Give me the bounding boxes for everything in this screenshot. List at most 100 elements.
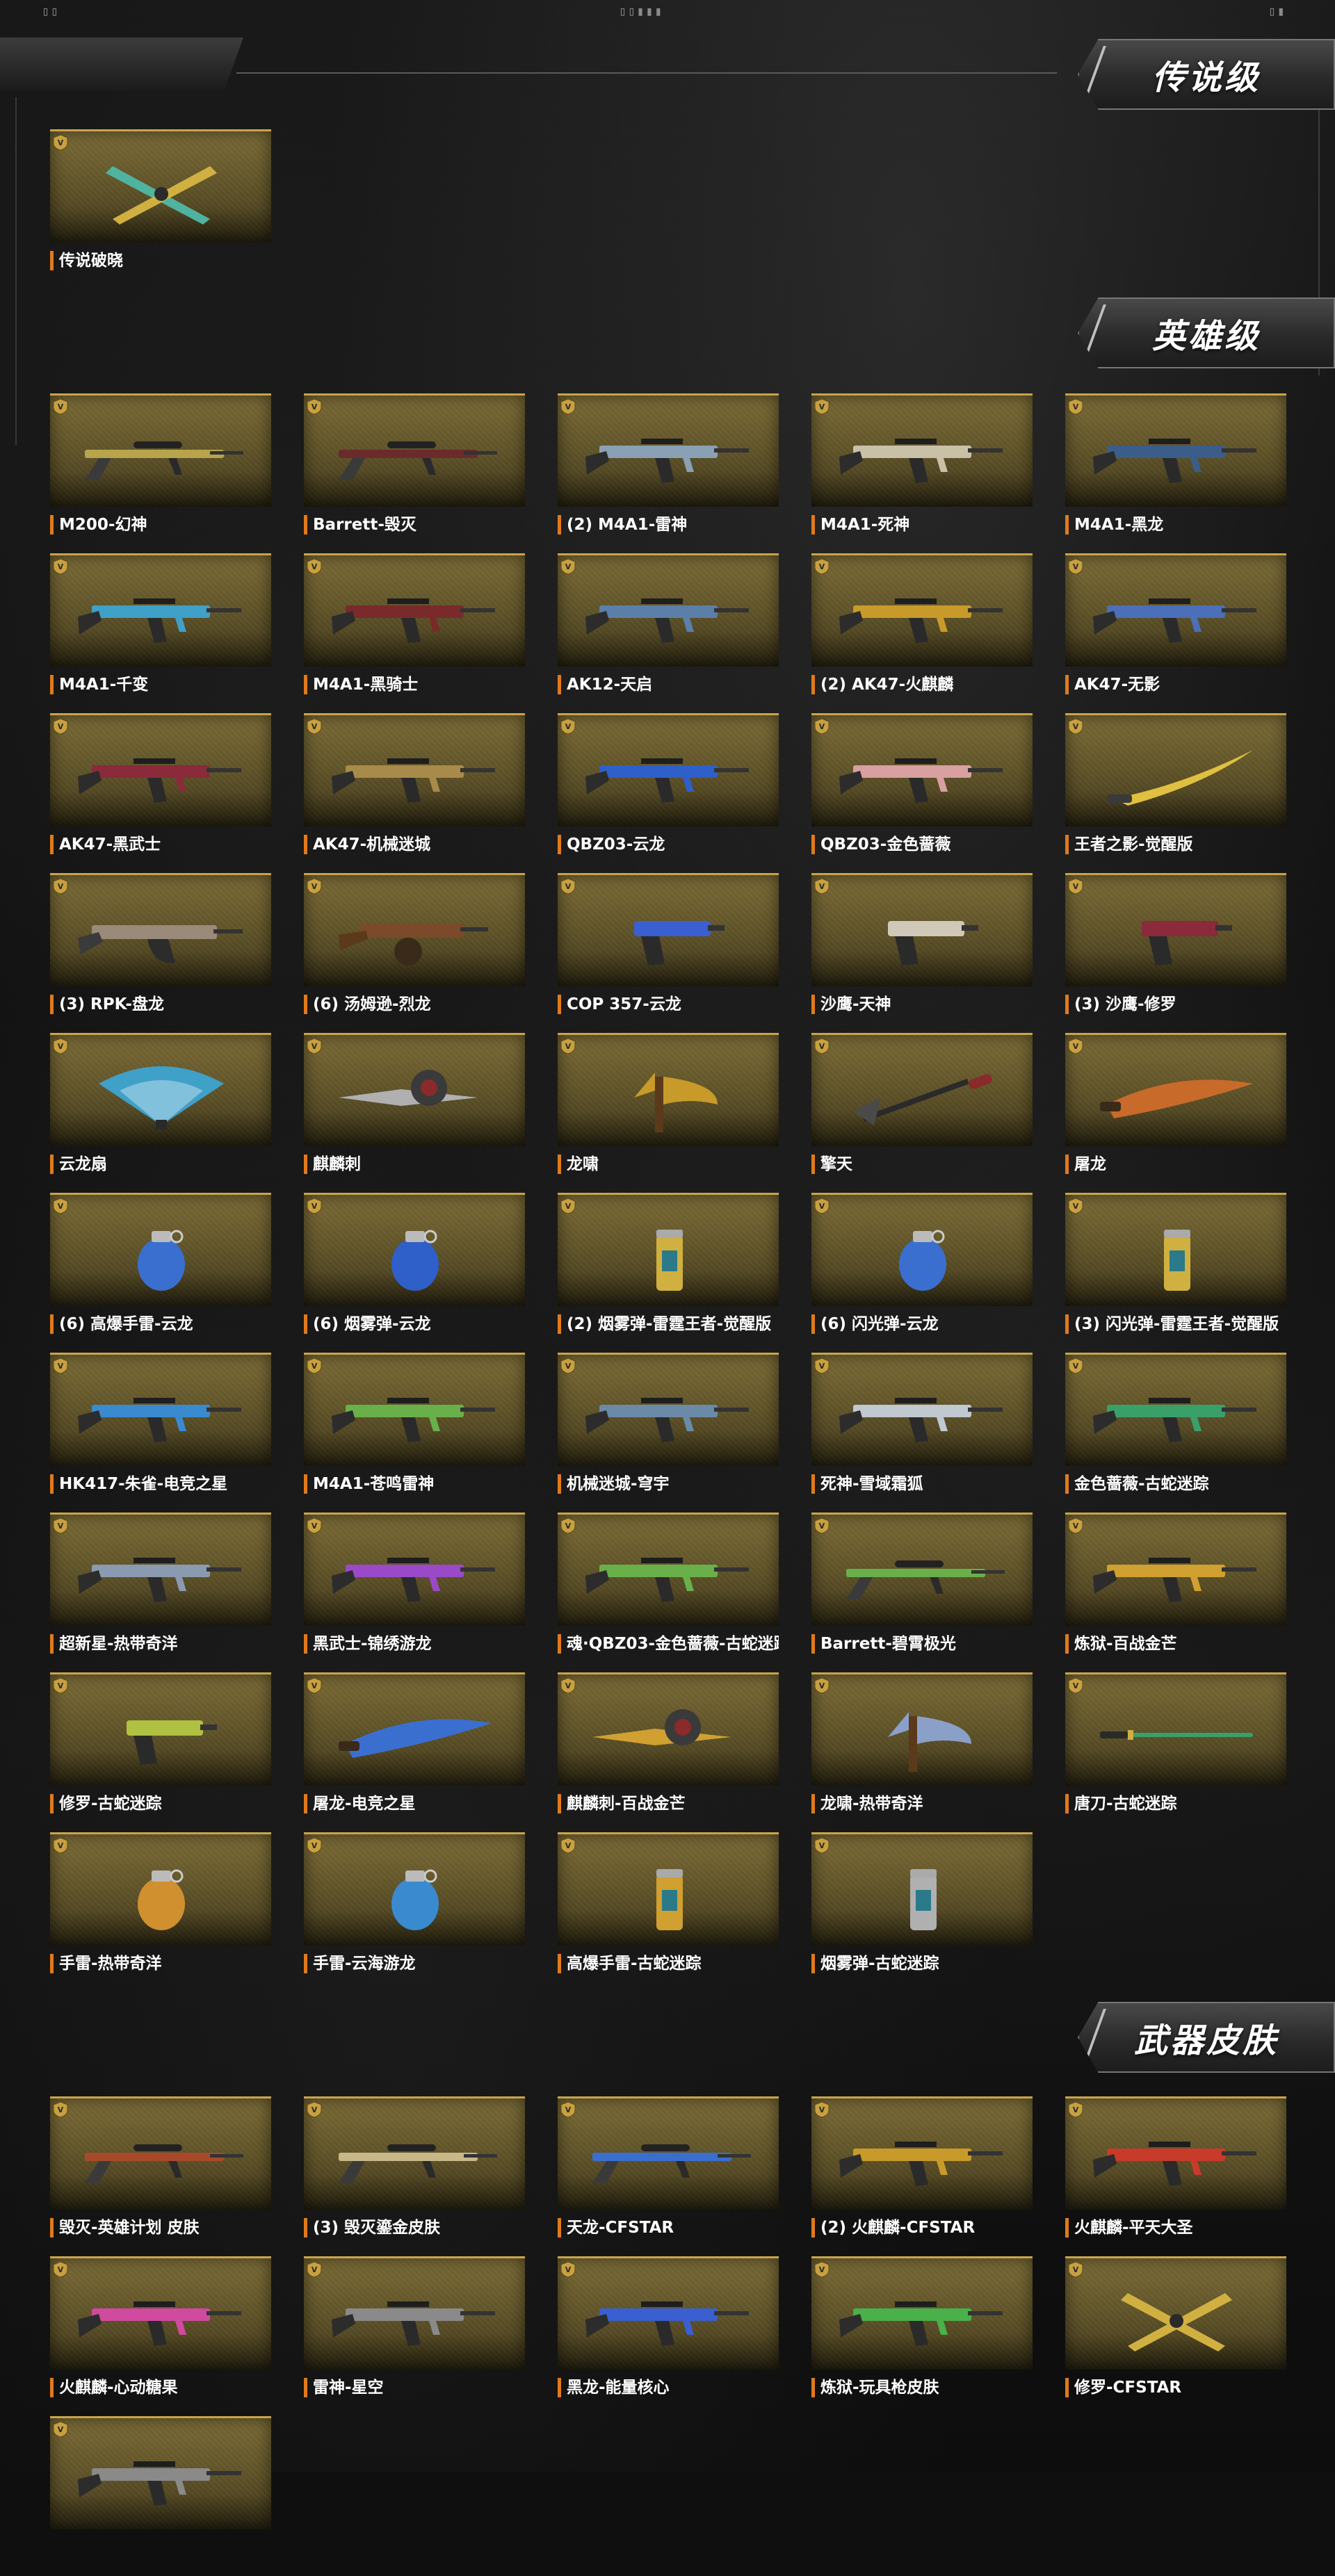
weapon-card[interactable]: V 龙啸 bbox=[558, 1033, 779, 1193]
weapon-card[interactable]: V M4A1-千变 bbox=[50, 553, 271, 713]
weapon-card[interactable]: V Barrett-碧霄极光 bbox=[811, 1513, 1033, 1672]
weapon-card[interactable]: V 死神-雪域霜狐 bbox=[811, 1353, 1033, 1513]
svg-text:V: V bbox=[819, 1042, 825, 1051]
weapon-card[interactable]: V 屠龙-电竞之星 bbox=[304, 1672, 525, 1832]
weapon-card[interactable]: V M4A1-死神 bbox=[811, 393, 1033, 553]
rarity-badge-icon: V bbox=[307, 398, 322, 415]
weapon-card[interactable]: V 唐刀-古蛇迷踪 bbox=[1065, 1672, 1286, 1832]
weapon-card[interactable]: V (6) 闪光弹-云龙 bbox=[811, 1193, 1033, 1353]
weapon-card[interactable]: V (2) 烟雾弹-雷霆王者-觉醒版 bbox=[558, 1193, 779, 1353]
weapon-card[interactable]: V M4A1-黑龙 bbox=[1065, 393, 1286, 553]
weapon-card[interactable]: V M200-幻神 bbox=[50, 393, 271, 553]
weapon-card[interactable]: V (6) 烟雾弹-云龙 bbox=[304, 1193, 525, 1353]
weapon-card[interactable]: V 金色蔷薇-古蛇迷踪 bbox=[1065, 1353, 1286, 1513]
svg-text:V: V bbox=[58, 882, 64, 891]
rarity-badge-icon: V bbox=[814, 1198, 830, 1214]
weapon-card[interactable]: V 麒麟刺 bbox=[304, 1033, 525, 1193]
weapon-card[interactable]: V (2) AK47-火麒麟 bbox=[811, 553, 1033, 713]
weapon-thumbnail: V bbox=[50, 553, 271, 667]
rarity-badge-icon: V bbox=[814, 1837, 830, 1854]
weapon-card[interactable]: V 火麒麟-平天大圣 bbox=[1065, 2096, 1286, 2256]
weapon-card[interactable]: V (2) 火麒麟-CFSTAR bbox=[811, 2096, 1033, 2256]
weapon-label: 麒麟刺 bbox=[304, 1155, 525, 1174]
svg-text:V: V bbox=[819, 1202, 825, 1211]
svg-text:V: V bbox=[1073, 2105, 1079, 2114]
svg-text:V: V bbox=[819, 882, 825, 891]
rarity-badge-icon: V bbox=[307, 878, 322, 895]
weapon-card[interactable]: V 传说破晓 bbox=[50, 129, 271, 289]
assault-rifle-icon bbox=[1093, 1398, 1256, 1442]
weapon-card[interactable]: V M4A1-黑骑士 bbox=[304, 553, 525, 713]
weapon-card[interactable]: V 手雷-热带奇洋 bbox=[50, 1832, 271, 1992]
weapon-card[interactable]: V AK12-天启 bbox=[558, 553, 779, 713]
weapon-card[interactable]: V (3) RPK-盘龙 bbox=[50, 873, 271, 1033]
svg-text:V: V bbox=[58, 1202, 64, 1211]
weapon-card[interactable]: V 黑武士-锦绣游龙 bbox=[304, 1513, 525, 1672]
sniper-rifle-icon bbox=[85, 441, 243, 480]
weapon-card[interactable]: V (3) 闪光弹-雷霆王者-觉醒版 bbox=[1065, 1193, 1286, 1353]
weapon-card[interactable]: V (2) M4A1-雷神 bbox=[558, 393, 779, 553]
weapon-card[interactable]: V 魂·QBZ03-金色蔷薇-古蛇迷踪 bbox=[558, 1513, 779, 1672]
weapon-label: (2) M4A1-雷神 bbox=[558, 515, 779, 535]
weapon-card[interactable]: V QBZ03-金色蔷薇 bbox=[811, 713, 1033, 873]
rarity-badge-icon: V bbox=[53, 558, 68, 575]
weapon-card[interactable]: V COP 357-云龙 bbox=[558, 873, 779, 1033]
weapon-label: (6) 烟雾弹-云龙 bbox=[304, 1314, 525, 1334]
rarity-badge-icon: V bbox=[560, 1517, 576, 1534]
rarity-badge-icon: V bbox=[307, 558, 322, 575]
svg-text:V: V bbox=[312, 1681, 318, 1690]
svg-text:V: V bbox=[1073, 1362, 1079, 1371]
assault-rifle-icon bbox=[332, 1398, 495, 1442]
weapon-card[interactable]: V Barrett-毁灭 bbox=[304, 393, 525, 553]
weapon-card[interactable]: V 雷神-星空 bbox=[304, 2256, 525, 2416]
weapon-card[interactable]: V (6) 汤姆逊-烈龙 bbox=[304, 873, 525, 1033]
weapon-card[interactable]: V 黑龙-能量核心 bbox=[558, 2256, 779, 2416]
weapon-card[interactable]: V AK47-黑武士 bbox=[50, 713, 271, 873]
weapon-card[interactable]: V 擎天 bbox=[811, 1033, 1033, 1193]
weapon-card[interactable]: V 烟雾弹-古蛇迷踪 bbox=[811, 1832, 1033, 1992]
weapon-card[interactable]: V 高爆手雷-古蛇迷踪 bbox=[558, 1832, 779, 1992]
weapon-card[interactable]: V 沙鹰-天神 bbox=[811, 873, 1033, 1033]
weapon-thumbnail: V bbox=[1065, 1353, 1286, 1466]
dual-blades-icon bbox=[106, 166, 217, 225]
weapon-card[interactable]: V 修罗-古蛇迷踪 bbox=[50, 1672, 271, 1832]
axe-icon bbox=[634, 1073, 718, 1132]
rarity-badge-icon: V bbox=[1068, 878, 1083, 895]
weapon-label: 王者之影-觉醒版 bbox=[1065, 835, 1286, 854]
weapon-card[interactable]: V 超新星-热带奇洋 bbox=[50, 1513, 271, 1672]
skins-grid: V 毁灭-英雄计划 皮肤 V (3) 毁灭鎏金皮肤 V 天龙-CFSTAR V (2) 火麒麟… bbox=[50, 2096, 1286, 2576]
rarity-badge-icon: V bbox=[814, 2261, 830, 2278]
weapon-card[interactable]: V AK47-无影 bbox=[1065, 553, 1286, 713]
weapon-card[interactable]: V 修罗-CFSTAR bbox=[1065, 2256, 1286, 2416]
weapon-card[interactable]: V AK47-机械迷城 bbox=[304, 713, 525, 873]
weapon-card[interactable]: V 天龙-CFSTAR bbox=[558, 2096, 779, 2256]
weapon-card[interactable]: V (3) 沙鹰-修罗 bbox=[1065, 873, 1286, 1033]
rarity-badge-icon: V bbox=[560, 1038, 576, 1054]
weapon-card[interactable]: V (6) 高爆手雷-云龙 bbox=[50, 1193, 271, 1353]
svg-text:V: V bbox=[565, 1681, 572, 1690]
weapon-card[interactable]: V 火麒麟-心动糖果 bbox=[50, 2256, 271, 2416]
weapon-card[interactable]: V M4A1-苍鸣雷神 bbox=[304, 1353, 525, 1513]
assault-rifle-icon bbox=[78, 1398, 241, 1442]
weapon-card[interactable]: V QBZ03-云龙 bbox=[558, 713, 779, 873]
rarity-badge-icon: V bbox=[53, 2101, 68, 2118]
weapon-card[interactable]: V 龙啸-热带奇洋 bbox=[811, 1672, 1033, 1832]
weapon-card[interactable]: V 炼狱-百战金芒 bbox=[1065, 1513, 1286, 1672]
weapon-card[interactable]: V (3) 毁灭鎏金皮肤 bbox=[304, 2096, 525, 2256]
weapon-card[interactable]: V 云龙扇 bbox=[50, 1033, 271, 1193]
weapon-thumbnail: V bbox=[811, 553, 1033, 667]
weapon-card[interactable]: V 毁灭-英雄计划 皮肤 bbox=[50, 2096, 271, 2256]
weapon-label: M4A1-黑骑士 bbox=[304, 675, 525, 694]
weapon-card[interactable]: V 机械迷城-穹宇 bbox=[558, 1353, 779, 1513]
weapon-card[interactable]: V 王者之影-觉醒版 bbox=[1065, 713, 1286, 873]
weapon-card[interactable]: V 手雷-云海游龙 bbox=[304, 1832, 525, 1992]
weapon-card[interactable]: V 麒麟刺-百战金芒 bbox=[558, 1672, 779, 1832]
weapon-label: (6) 闪光弹-云龙 bbox=[811, 1314, 1033, 1334]
section-title-skins: 武器皮肤 bbox=[1133, 2021, 1279, 2060]
weapon-card[interactable]: V HK417-朱雀-电竞之星 bbox=[50, 1353, 271, 1513]
weapon-card[interactable]: V 炼狱-玩具枪皮肤 bbox=[811, 2256, 1033, 2416]
weapon-card[interactable]: V bbox=[50, 2416, 271, 2576]
weapon-label: (3) 毁灭鎏金皮肤 bbox=[304, 2218, 525, 2237]
weapon-card[interactable]: V 屠龙 bbox=[1065, 1033, 1286, 1193]
weapon-label: 雷神-星空 bbox=[304, 2378, 525, 2397]
